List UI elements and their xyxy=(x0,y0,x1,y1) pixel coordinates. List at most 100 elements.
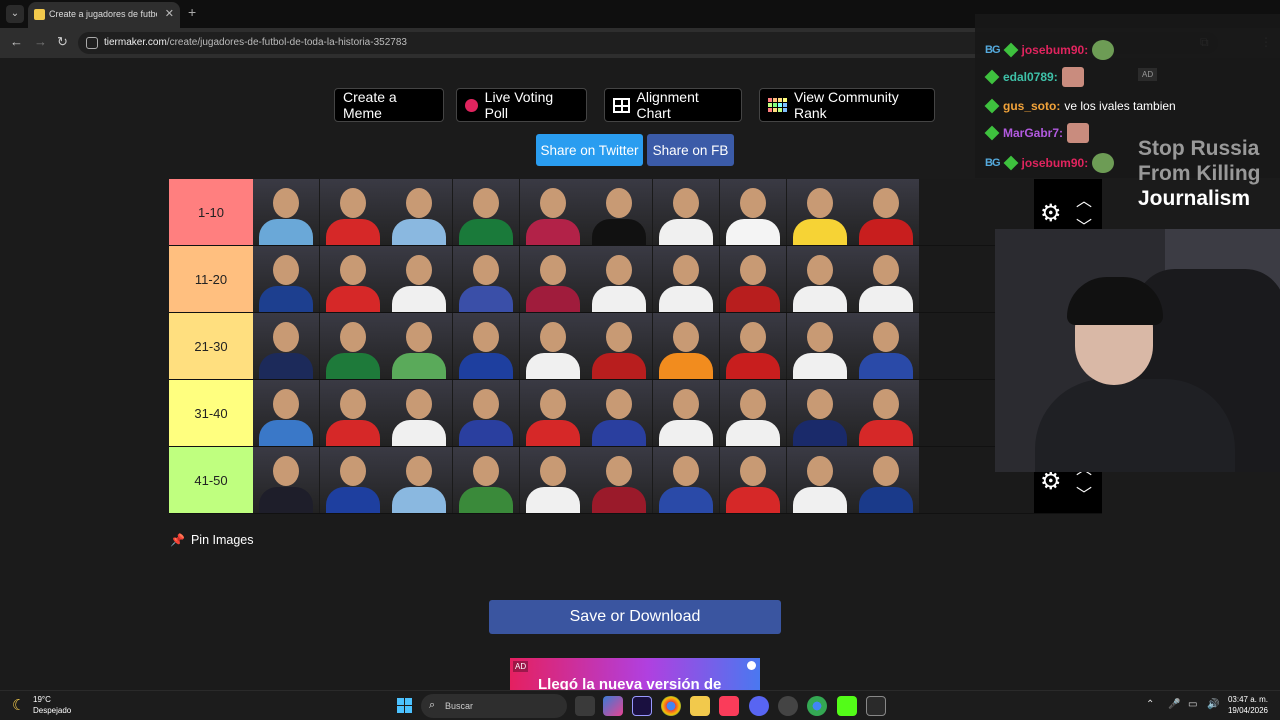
player-image[interactable] xyxy=(319,313,386,379)
weather-temp[interactable]: 19°C xyxy=(33,695,51,704)
player-image[interactable] xyxy=(786,447,853,513)
player-image[interactable] xyxy=(453,313,520,379)
kick-icon[interactable] xyxy=(837,696,857,716)
player-image[interactable] xyxy=(453,179,520,245)
player-image[interactable] xyxy=(586,380,653,446)
tier-label[interactable]: 21-30 xyxy=(169,313,253,379)
player-image[interactable] xyxy=(453,380,520,446)
network-icon[interactable]: ▭ xyxy=(1188,699,1197,710)
player-image[interactable] xyxy=(253,246,319,312)
windows-start-icon[interactable] xyxy=(397,698,412,713)
chevron-up-icon[interactable]: ⌃ xyxy=(1146,699,1154,710)
player-image[interactable] xyxy=(386,447,453,513)
tier-label[interactable]: 41-50 xyxy=(169,447,253,513)
player-image[interactable] xyxy=(653,313,720,379)
player-image[interactable] xyxy=(319,380,386,446)
community-rank-button[interactable]: View Community Rank xyxy=(759,88,935,122)
player-image[interactable] xyxy=(586,246,653,312)
chevron-up-icon[interactable]: ︿ xyxy=(1076,187,1092,211)
chat-username[interactable]: josebum90: xyxy=(1022,156,1089,170)
new-tab-icon[interactable]: + xyxy=(188,4,196,20)
chat-username[interactable]: edal0789: xyxy=(1003,70,1058,84)
weather-desc[interactable]: Despejado xyxy=(33,706,71,715)
alignment-chart-button[interactable]: Alignment Chart xyxy=(604,88,742,122)
player-image[interactable] xyxy=(653,447,720,513)
file-explorer-icon[interactable] xyxy=(690,696,710,716)
player-image[interactable] xyxy=(386,380,453,446)
player-image[interactable] xyxy=(519,246,586,312)
player-image[interactable] xyxy=(253,380,319,446)
epic-games-icon[interactable] xyxy=(866,696,886,716)
taskbar-search[interactable]: ⌕ Buscar xyxy=(421,694,567,718)
music-icon[interactable] xyxy=(719,696,739,716)
player-image[interactable] xyxy=(253,179,319,245)
tier-label[interactable]: 1-10 xyxy=(169,179,253,245)
player-image[interactable] xyxy=(519,380,586,446)
chat-username[interactable]: gus_soto: xyxy=(1003,99,1060,113)
player-image[interactable] xyxy=(719,380,786,446)
player-image[interactable] xyxy=(253,313,319,379)
chevron-down-icon[interactable]: ﹀ xyxy=(1076,481,1092,505)
player-image[interactable] xyxy=(586,313,653,379)
copilot-icon[interactable] xyxy=(603,696,623,716)
chrome-profile-icon[interactable] xyxy=(807,696,827,716)
create-meme-button[interactable]: Create a Meme xyxy=(334,88,444,122)
player-image[interactable] xyxy=(386,313,453,379)
player-image[interactable] xyxy=(386,179,453,245)
premiere-icon[interactable] xyxy=(632,696,652,716)
close-icon[interactable]: ✕ xyxy=(165,7,174,20)
player-image[interactable] xyxy=(719,447,786,513)
player-image[interactable] xyxy=(719,179,786,245)
tab-search-icon[interactable]: ⌄ xyxy=(6,5,24,23)
ad-info-icon[interactable] xyxy=(747,661,756,670)
player-image[interactable] xyxy=(786,380,853,446)
player-image[interactable] xyxy=(519,179,586,245)
player-image[interactable] xyxy=(253,447,319,513)
player-image[interactable] xyxy=(653,380,720,446)
browser-tab[interactable]: Create a jugadores de futbol de ✕ xyxy=(28,2,180,28)
forward-icon[interactable]: → xyxy=(34,34,47,49)
site-info-icon[interactable] xyxy=(86,37,98,49)
player-image[interactable] xyxy=(453,246,520,312)
player-image[interactable] xyxy=(853,447,920,513)
chat-username[interactable]: josebum90: xyxy=(1022,43,1089,57)
player-image[interactable] xyxy=(719,313,786,379)
player-image[interactable] xyxy=(519,313,586,379)
player-image[interactable] xyxy=(853,246,920,312)
clock-date[interactable]: 19/04/2026 xyxy=(1226,706,1268,715)
player-image[interactable] xyxy=(319,447,386,513)
player-image[interactable] xyxy=(786,313,853,379)
player-image[interactable] xyxy=(519,447,586,513)
clock-time[interactable]: 03:47 a. m. xyxy=(1226,695,1268,704)
gear-icon[interactable]: ⚙ xyxy=(1040,199,1062,228)
pin-images-toggle[interactable]: 📌 Pin Images xyxy=(170,533,253,547)
player-image[interactable] xyxy=(786,246,853,312)
discord-icon[interactable] xyxy=(749,696,769,716)
moon-icon[interactable]: ☾ xyxy=(12,696,25,714)
reload-icon[interactable]: ↻ xyxy=(57,34,68,50)
player-image[interactable] xyxy=(853,179,920,245)
volume-icon[interactable]: 🔊 xyxy=(1207,699,1219,710)
player-image[interactable] xyxy=(853,313,920,379)
steam-icon[interactable] xyxy=(778,696,798,716)
player-image[interactable] xyxy=(319,246,386,312)
share-twitter-button[interactable]: Share on Twitter xyxy=(536,134,643,166)
microphone-icon[interactable]: 🎤 xyxy=(1168,699,1180,710)
player-image[interactable] xyxy=(453,447,520,513)
player-image[interactable] xyxy=(786,179,853,245)
player-image[interactable] xyxy=(386,246,453,312)
tier-label[interactable]: 11-20 xyxy=(169,246,253,312)
player-image[interactable] xyxy=(319,179,386,245)
back-icon[interactable]: ← xyxy=(10,34,23,49)
player-image[interactable] xyxy=(586,179,653,245)
player-image[interactable] xyxy=(853,380,920,446)
tier-label[interactable]: 31-40 xyxy=(169,380,253,446)
save-download-button[interactable]: Save or Download xyxy=(489,600,781,634)
chat-username[interactable]: MarGabr7: xyxy=(1003,126,1063,140)
chrome-icon[interactable] xyxy=(661,696,681,716)
player-image[interactable] xyxy=(719,246,786,312)
player-image[interactable] xyxy=(586,447,653,513)
live-voting-button[interactable]: Live Voting Poll xyxy=(456,88,587,122)
task-view-icon[interactable] xyxy=(575,696,595,716)
share-fb-button[interactable]: Share on FB xyxy=(647,134,734,166)
